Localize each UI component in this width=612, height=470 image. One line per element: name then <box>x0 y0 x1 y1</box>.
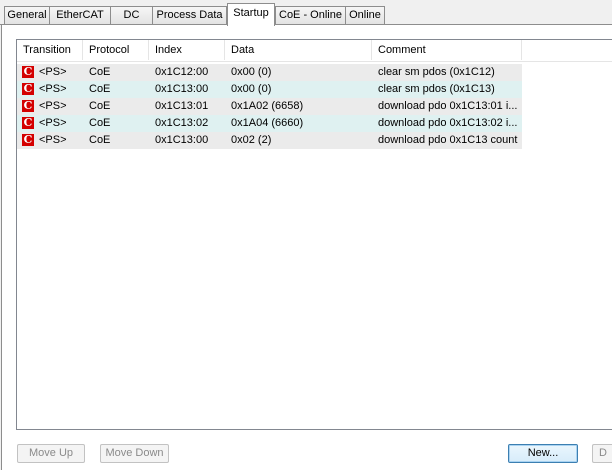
column-header-comment[interactable]: Comment <box>372 40 522 60</box>
cell-comment: clear sm pdos (0x1C13) <box>378 83 495 95</box>
tab-ethercat[interactable]: EtherCAT <box>49 6 111 24</box>
cell-protocol: CoE <box>89 66 111 78</box>
table-row[interactable]: C <PS> CoE 0x1C13:01 0x1A02 (6658) downl… <box>17 98 522 115</box>
cell-index: 0x1C13:00 <box>155 83 209 95</box>
coe-command-icon: C <box>22 99 34 112</box>
column-header-transition[interactable]: Transition <box>17 40 83 60</box>
move-up-button[interactable]: Move Up <box>17 444 85 463</box>
cell-protocol: CoE <box>89 83 111 95</box>
cell-index: 0x1C13:02 <box>155 117 209 129</box>
column-header-protocol[interactable]: Protocol <box>83 40 149 60</box>
startup-list[interactable]: Transition Protocol Index Data Comment C… <box>16 39 612 430</box>
tab-bar: General EtherCAT DC Process Data Startup… <box>0 0 612 26</box>
cell-data: 0x00 (0) <box>231 83 272 95</box>
cell-index: 0x1C13:01 <box>155 100 209 112</box>
column-header-data[interactable]: Data <box>225 40 372 60</box>
table-row[interactable]: C <PS> CoE 0x1C13:00 0x00 (0) clear sm p… <box>17 81 522 98</box>
cell-transition: <PS> <box>39 66 67 78</box>
cell-comment: download pdo 0x1C13:01 i... <box>378 100 518 112</box>
cell-data: 0x1A04 (6660) <box>231 117 304 129</box>
delete-button[interactable]: D <box>592 444 612 463</box>
cell-transition: <PS> <box>39 100 67 112</box>
cell-transition: <PS> <box>39 83 67 95</box>
list-header: Transition Protocol Index Data Comment <box>17 40 612 62</box>
cell-transition: <PS> <box>39 117 67 129</box>
new-button[interactable]: New... <box>508 444 578 463</box>
tab-process-data[interactable]: Process Data <box>152 6 227 24</box>
coe-command-icon: C <box>22 133 34 146</box>
cell-transition: <PS> <box>39 134 67 146</box>
cell-data: 0x1A02 (6658) <box>231 100 304 112</box>
coe-command-icon: C <box>22 116 34 129</box>
column-header-index[interactable]: Index <box>149 40 225 60</box>
cell-data: 0x00 (0) <box>231 66 272 78</box>
tab-online[interactable]: Online <box>345 6 385 24</box>
cell-protocol: CoE <box>89 134 111 146</box>
table-row[interactable]: C <PS> CoE 0x1C13:02 0x1A04 (6660) downl… <box>17 115 522 132</box>
tab-dc[interactable]: DC <box>110 6 153 24</box>
cell-protocol: CoE <box>89 117 111 129</box>
table-row[interactable]: C <PS> CoE 0x1C12:00 0x00 (0) clear sm p… <box>17 64 522 81</box>
tab-general[interactable]: General <box>4 6 50 24</box>
coe-command-icon: C <box>22 82 34 95</box>
cell-data: 0x02 (2) <box>231 134 272 146</box>
cell-protocol: CoE <box>89 100 111 112</box>
move-down-button[interactable]: Move Down <box>100 444 169 463</box>
tab-coe-online[interactable]: CoE - Online <box>275 6 346 24</box>
coe-command-icon: C <box>22 65 34 78</box>
cell-comment: clear sm pdos (0x1C12) <box>378 66 495 78</box>
column-header-filler <box>522 40 612 60</box>
cell-index: 0x1C13:00 <box>155 134 209 146</box>
tab-startup[interactable]: Startup <box>227 3 275 26</box>
cell-index: 0x1C12:00 <box>155 66 209 78</box>
cell-comment: download pdo 0x1C13:02 i... <box>378 117 518 129</box>
table-row[interactable]: C <PS> CoE 0x1C13:00 0x02 (2) download p… <box>17 132 522 149</box>
cell-comment: download pdo 0x1C13 count <box>378 134 518 146</box>
